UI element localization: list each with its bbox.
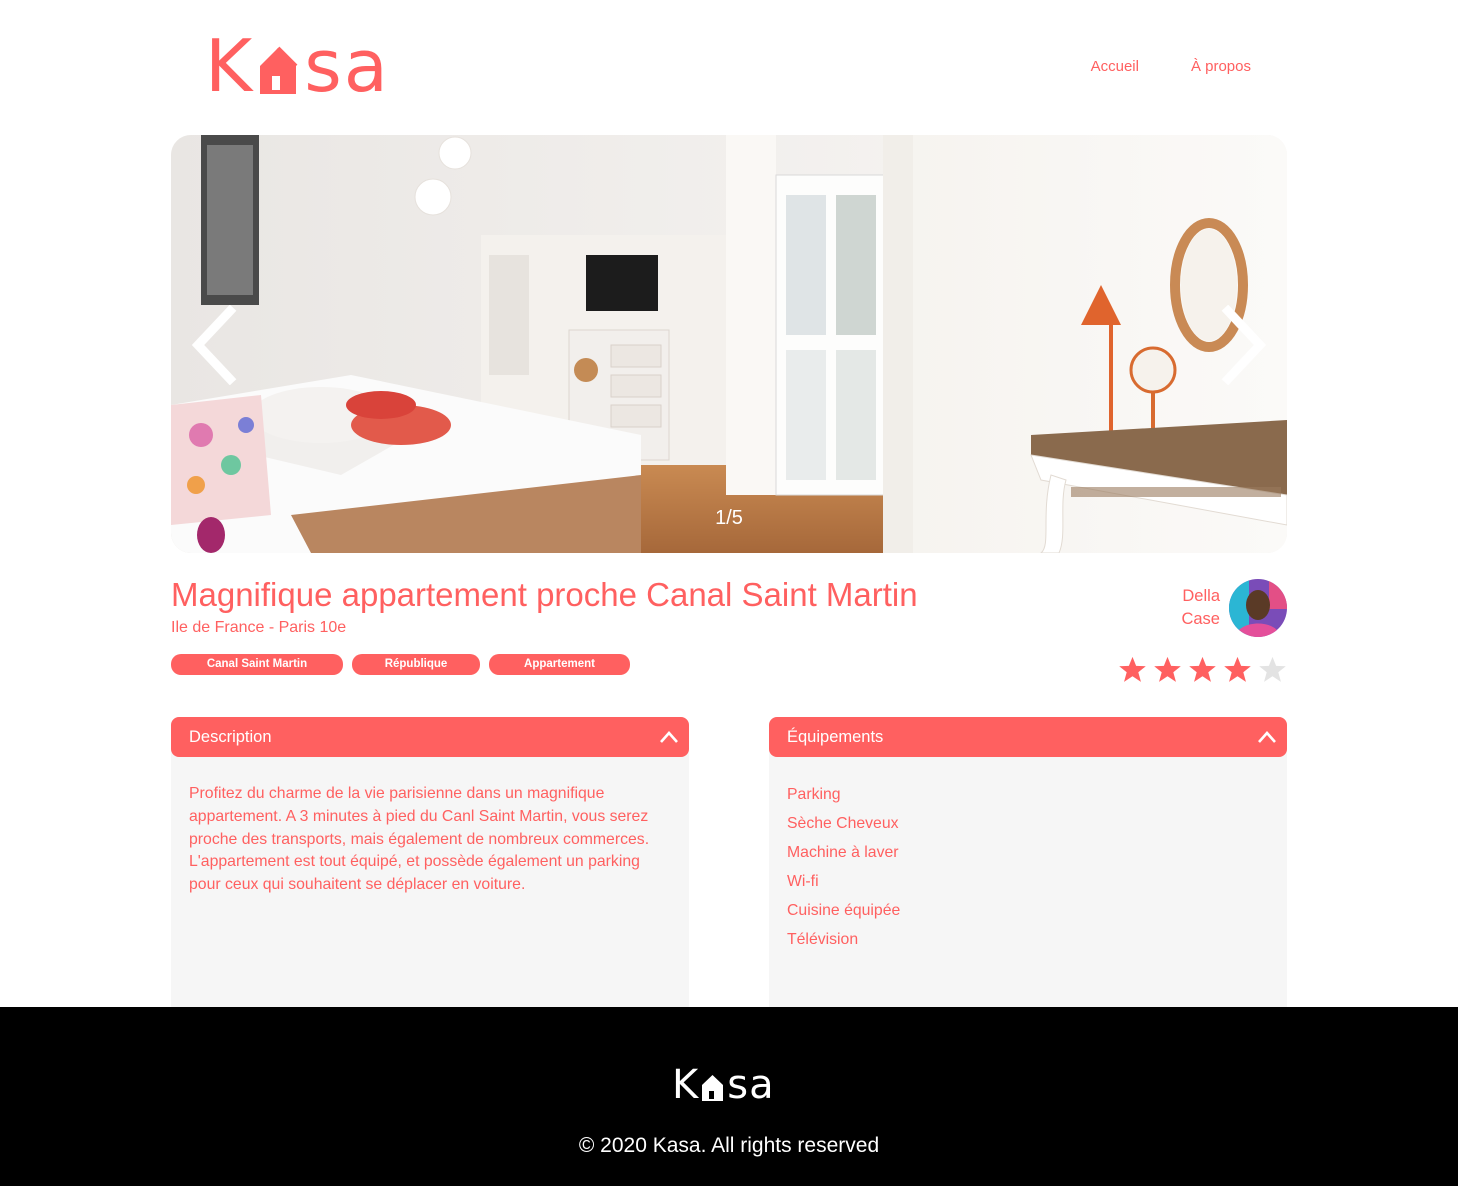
equipment-item: Parking bbox=[787, 786, 841, 803]
equipment-item: Machine à laver bbox=[787, 844, 899, 861]
avatar bbox=[1229, 579, 1287, 637]
host-last-name: Case bbox=[1181, 610, 1220, 628]
tag: Canal Saint Martin bbox=[171, 654, 343, 675]
star-filled-icon bbox=[1189, 656, 1216, 682]
house-icon bbox=[702, 1075, 724, 1101]
footer-logo-letter-k: K bbox=[672, 1062, 700, 1108]
listing-location: Ile de France - Paris 10e bbox=[171, 619, 347, 636]
equipments-title: Équipements bbox=[787, 727, 884, 746]
description-text: Profitez du charme de la vie parisienne … bbox=[189, 785, 650, 894]
equipment-item: Télévision bbox=[787, 931, 859, 948]
site-footer: K sa © 2020 Kasa. All rights reserved bbox=[0, 1007, 1458, 1186]
apartment-photo bbox=[171, 135, 1287, 553]
footer-logo-letters-sa: sa bbox=[727, 1062, 775, 1108]
chevron-up-icon[interactable] bbox=[659, 730, 679, 744]
host-info: Della Case bbox=[1181, 579, 1287, 637]
host-name: Della Case bbox=[1181, 585, 1220, 631]
description-toggle[interactable]: Description bbox=[171, 717, 689, 757]
description-body: Profitez du charme de la vie parisienne … bbox=[171, 749, 689, 1013]
equipment-item: Wi-fi bbox=[787, 873, 819, 890]
equipments-collapse: Équipements Parking Sèche Cheveux Machin… bbox=[769, 717, 1287, 1034]
rating-stars bbox=[1118, 655, 1287, 684]
logo-letters-sa: sa bbox=[304, 24, 390, 108]
main-nav: Accueil À propos bbox=[1091, 58, 1251, 75]
equipment-item: Sèche Cheveux bbox=[787, 815, 899, 832]
nav-link-accueil[interactable]: Accueil bbox=[1091, 58, 1139, 75]
copyright-text: © 2020 Kasa. All rights reserved bbox=[578, 1134, 880, 1157]
tag: Appartement bbox=[489, 654, 630, 675]
nav-link-a-propos[interactable]: À propos bbox=[1191, 58, 1251, 75]
site-header: K sa Accueil À propos bbox=[0, 0, 1458, 135]
kasa-logo[interactable]: K sa bbox=[205, 30, 390, 102]
image-counter: 1/5 bbox=[715, 507, 743, 529]
equipments-toggle[interactable]: Équipements bbox=[769, 717, 1287, 757]
chevron-up-icon[interactable] bbox=[1257, 730, 1277, 744]
star-filled-icon bbox=[1154, 656, 1181, 682]
listing-title: Magnifique appartement proche Canal Sain… bbox=[171, 576, 918, 613]
host-first-name: Della bbox=[1182, 587, 1220, 605]
chevron-left-icon[interactable] bbox=[188, 305, 238, 385]
star-empty-icon bbox=[1259, 656, 1286, 682]
description-collapse: Description Profitez du charme de la vie… bbox=[171, 717, 689, 1013]
house-icon bbox=[260, 46, 298, 94]
equipments-body: Parking Sèche Cheveux Machine à laver Wi… bbox=[769, 749, 1287, 1034]
star-filled-icon bbox=[1224, 656, 1251, 682]
equipment-item: Cuisine équipée bbox=[787, 902, 901, 919]
star-filled-icon bbox=[1119, 656, 1146, 682]
tag: République bbox=[352, 654, 480, 675]
tag-list: Canal Saint Martin République Appartemen… bbox=[171, 654, 630, 675]
logo-letter-k: K bbox=[205, 24, 255, 108]
description-title: Description bbox=[189, 727, 272, 746]
footer-logo: K sa bbox=[672, 1065, 775, 1105]
chevron-right-icon[interactable] bbox=[1220, 305, 1270, 385]
photo-carousel: 1/5 bbox=[171, 135, 1287, 553]
